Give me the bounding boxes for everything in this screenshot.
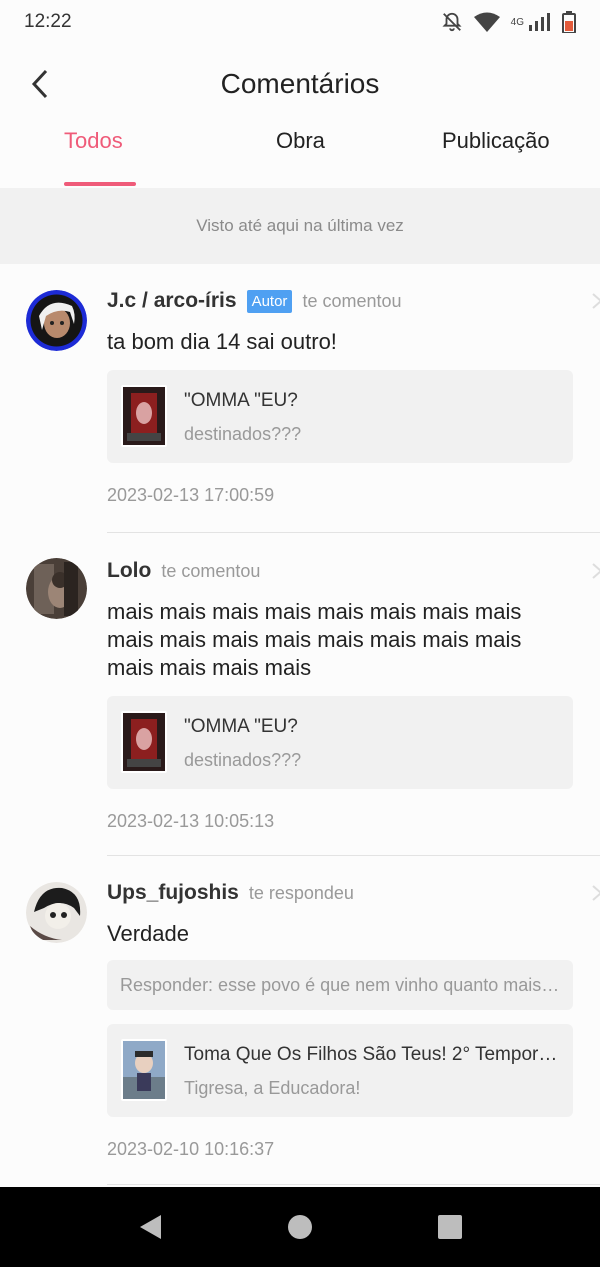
- comment-body: Lolo te comentou mais mais mais mais mai…: [107, 556, 600, 832]
- avatar[interactable]: [26, 558, 87, 619]
- work-subtitle: destinados???: [184, 424, 302, 444]
- work-cover-thumbnail: [121, 711, 167, 773]
- author-badge: Autor: [246, 289, 293, 313]
- work-card[interactable]: Toma Que Os Filhos São Teus! 2° Temporad…: [107, 1024, 573, 1117]
- back-button[interactable]: [22, 66, 58, 102]
- comment-item[interactable]: Lolo te comentou mais mais mais mais mai…: [0, 556, 600, 856]
- status-time: 12:22: [24, 11, 72, 32]
- signal-icon: [528, 13, 552, 31]
- nav-recents-button[interactable]: [432, 1209, 468, 1245]
- chevron-right-icon: [591, 292, 600, 315]
- back-arrow-icon: [31, 69, 48, 99]
- comment-date: 2023-02-13 17:00:59: [107, 485, 275, 505]
- network-type-label: 4G: [510, 16, 524, 28]
- comment-action: te comentou: [302, 290, 402, 311]
- comment-date: 2023-02-13 10:05:13: [107, 811, 275, 831]
- tab-label: Todos: [64, 128, 123, 153]
- work-title: Toma Que Os Filhos São Teus! 2° Temporad…: [184, 1044, 564, 1065]
- comment-username[interactable]: J.c / arco-íris: [107, 289, 237, 313]
- quoted-reply-text: Responder: esse povo é que nem vinho qua…: [120, 974, 560, 995]
- work-card[interactable]: "OMMA "EU? destinados???: [107, 370, 573, 463]
- battery-icon: [562, 11, 576, 33]
- comment-text: Verdade: [107, 921, 189, 946]
- work-cover-thumbnail: [121, 1039, 167, 1101]
- tab-label: Publicação: [442, 128, 550, 153]
- comment-header: Ups_fujoshis te respondeu: [107, 878, 600, 908]
- page-title: Comentários: [220, 68, 380, 99]
- divider: [107, 855, 600, 856]
- work-card[interactable]: "OMMA "EU? destinados???: [107, 696, 573, 789]
- comment-text: ta bom dia 14 sai outro!: [107, 329, 337, 354]
- tab-bar: Todos Obra Publicação: [0, 128, 600, 188]
- system-navigation-bar: [0, 1187, 600, 1267]
- work-title: "OMMA "EU?: [184, 390, 298, 411]
- comment-item[interactable]: J.c / arco-íris Autor te comentou ta bom…: [0, 286, 600, 533]
- comment-item[interactable]: Ups_fujoshis te respondeu Verdade Respon…: [0, 878, 600, 1185]
- comment-text: mais mais mais mais mais mais mais mais …: [107, 599, 522, 680]
- tab-todos[interactable]: Todos: [64, 128, 136, 188]
- comment-username[interactable]: Ups_fujoshis: [107, 881, 239, 905]
- comment-header: Lolo te comentou: [107, 556, 600, 586]
- comment-username[interactable]: Lolo: [107, 559, 151, 583]
- nav-back-button[interactable]: [132, 1209, 168, 1245]
- nav-home-button[interactable]: [282, 1209, 318, 1245]
- comment-date: 2023-02-10 10:16:37: [107, 1139, 275, 1159]
- comment-header: J.c / arco-íris Autor te comentou: [107, 286, 600, 316]
- square-recents-icon: [438, 1215, 462, 1239]
- header: Comentários: [0, 52, 600, 116]
- wifi-icon: [473, 11, 501, 33]
- work-title: "OMMA "EU?: [184, 716, 298, 737]
- divider: [107, 532, 600, 533]
- notifications-off-icon: [441, 11, 463, 33]
- comment-action: te respondeu: [248, 882, 354, 903]
- active-tab-indicator: [64, 182, 136, 186]
- work-cover-thumbnail: [121, 385, 167, 447]
- comment-body: J.c / arco-íris Autor te comentou ta bom…: [107, 286, 600, 506]
- chevron-right-icon: [591, 884, 600, 907]
- circle-home-icon: [288, 1215, 312, 1239]
- last-seen-notice: Visto até aqui na última vez: [0, 188, 600, 264]
- comment-body: Ups_fujoshis te respondeu Verdade Respon…: [107, 878, 600, 1160]
- divider: [107, 1184, 600, 1185]
- avatar[interactable]: [26, 290, 87, 351]
- quoted-reply[interactable]: Responder: esse povo é que nem vinho qua…: [107, 960, 573, 1010]
- status-icons: 4G: [441, 11, 576, 33]
- work-subtitle: Tigresa, a Educadora!: [184, 1078, 361, 1098]
- tab-obra[interactable]: Obra: [276, 128, 325, 188]
- avatar[interactable]: [26, 882, 87, 943]
- status-bar: 12:22 4G: [0, 0, 600, 44]
- tab-label: Obra: [276, 128, 325, 153]
- comment-action: te comentou: [161, 560, 261, 581]
- chevron-right-icon: [591, 562, 600, 585]
- triangle-back-icon: [140, 1215, 161, 1239]
- work-subtitle: destinados???: [184, 750, 302, 770]
- tab-publicacao[interactable]: Publicação: [442, 128, 550, 188]
